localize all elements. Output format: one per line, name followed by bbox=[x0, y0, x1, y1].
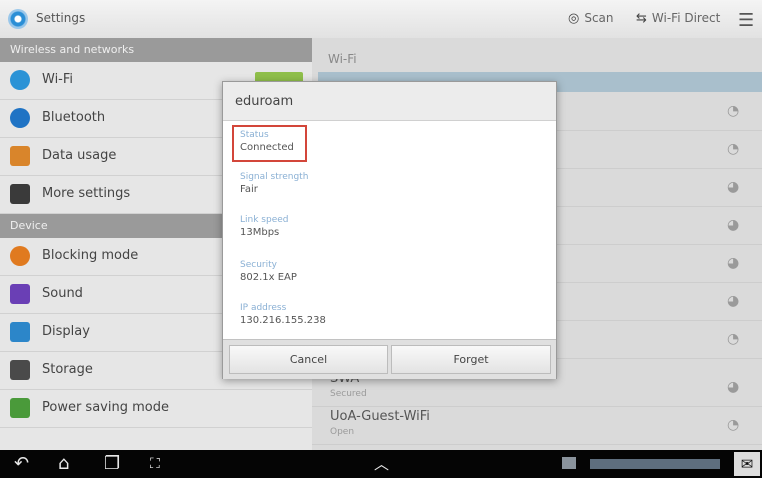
scan-button[interactable]: ◎ Scan bbox=[568, 11, 614, 26]
sound-icon bbox=[10, 284, 30, 304]
field-status: Status Connected bbox=[240, 130, 294, 155]
wifi-signal-icon: ◕ bbox=[727, 179, 740, 195]
system-nav-bar: ↶ ⌂ ❐ ⛶ ︿ ✉ bbox=[0, 450, 762, 478]
more-icon bbox=[10, 184, 30, 204]
wifi-signal-locked-icon: ◔ bbox=[727, 331, 740, 347]
network-row-uoa-guest[interactable]: UoA-Guest-WiFi Open ◔ bbox=[312, 406, 762, 445]
chevron-up-icon[interactable]: ︿ bbox=[374, 452, 389, 476]
wifi-direct-label: Wi-Fi Direct bbox=[651, 11, 721, 25]
wifi-signal-icon: ◔ bbox=[727, 417, 740, 433]
network-name: UoA-Guest-WiFi bbox=[330, 409, 430, 424]
scan-icon: ◎ bbox=[568, 11, 580, 26]
bluetooth-icon bbox=[10, 108, 30, 128]
forget-button[interactable]: Forget bbox=[391, 345, 551, 374]
field-label: IP address bbox=[240, 303, 287, 313]
wifi-signal-locked-icon: ◕ bbox=[727, 379, 740, 395]
screenshot-icon[interactable]: ⛶ bbox=[150, 452, 160, 476]
panel-title: Wi-Fi bbox=[328, 52, 357, 66]
scan-label: Scan bbox=[584, 11, 614, 25]
field-value: 130.216.155.238 bbox=[240, 315, 326, 326]
dialog-title: eduroam bbox=[235, 94, 294, 109]
power-saving-icon bbox=[10, 398, 30, 418]
wifi-signal-icon: ◔ bbox=[727, 141, 740, 157]
settings-app-icon[interactable] bbox=[8, 9, 28, 29]
field-ip-address: IP address 130.216.155.238 bbox=[240, 303, 326, 328]
sidebar-item-label: Display bbox=[42, 324, 90, 339]
wifi-direct-button[interactable]: ⇆ Wi-Fi Direct bbox=[636, 11, 720, 26]
sidebar-item-label: Storage bbox=[42, 362, 93, 377]
section-header-wireless: Wireless and networks bbox=[0, 38, 312, 62]
display-icon bbox=[10, 322, 30, 342]
network-details-dialog: eduroam Status Connected Signal strength… bbox=[222, 81, 557, 379]
network-security: Open bbox=[330, 427, 355, 437]
home-icon[interactable]: ⌂ bbox=[58, 452, 69, 476]
dialog-header: eduroam bbox=[223, 82, 556, 121]
dialog-button-bar: Cancel Forget bbox=[223, 339, 556, 379]
back-icon[interactable]: ↶ bbox=[14, 452, 29, 476]
storage-icon bbox=[10, 360, 30, 380]
network-security: Secured bbox=[330, 389, 367, 399]
notification-icon[interactable] bbox=[562, 457, 576, 469]
wifi-direct-icon: ⇆ bbox=[636, 11, 647, 26]
action-bar: Settings ◎ Scan ⇆ Wi-Fi Direct ☰ bbox=[0, 0, 762, 39]
field-label: Link speed bbox=[240, 215, 289, 225]
blocking-icon bbox=[10, 246, 30, 266]
field-security: Security 802.1x EAP bbox=[240, 260, 297, 285]
field-label: Status bbox=[240, 130, 269, 140]
wifi-signal-locked-icon: ◕ bbox=[727, 217, 740, 233]
app-title: Settings bbox=[36, 11, 86, 25]
sidebar-item-label: Sound bbox=[42, 286, 83, 301]
overflow-menu-icon[interactable]: ☰ bbox=[738, 10, 754, 31]
cancel-button[interactable]: Cancel bbox=[229, 345, 388, 374]
wifi-signal-locked-icon: ◕ bbox=[727, 255, 740, 271]
wifi-icon bbox=[10, 70, 30, 90]
wifi-signal-locked-icon: ◔ bbox=[727, 103, 740, 119]
data-usage-icon bbox=[10, 146, 30, 166]
field-value: 13Mbps bbox=[240, 227, 280, 238]
sidebar-item-label: Bluetooth bbox=[42, 110, 106, 125]
sidebar-item-label: Wi-Fi bbox=[42, 72, 74, 87]
field-value: Fair bbox=[240, 184, 258, 195]
field-link-speed: Link speed 13Mbps bbox=[240, 215, 288, 240]
recent-apps-icon[interactable]: ❐ bbox=[104, 452, 120, 476]
status-notification-area[interactable] bbox=[590, 459, 720, 469]
field-value: 802.1x EAP bbox=[240, 272, 297, 283]
wifi-signal-locked-icon: ◕ bbox=[727, 293, 740, 309]
field-label: Signal strength bbox=[240, 172, 309, 182]
sidebar-item-label: Data usage bbox=[42, 148, 117, 163]
field-label: Security bbox=[240, 260, 277, 270]
sidebar-item-label: Power saving mode bbox=[42, 400, 169, 415]
field-value: Connected bbox=[240, 142, 294, 153]
field-signal-strength: Signal strength Fair bbox=[240, 172, 308, 197]
mail-notification-icon[interactable]: ✉ bbox=[734, 452, 760, 476]
sidebar-item-power-saving[interactable]: Power saving mode bbox=[0, 390, 312, 428]
sidebar-item-label: More settings bbox=[42, 186, 131, 201]
sidebar-item-label: Blocking mode bbox=[42, 248, 139, 263]
